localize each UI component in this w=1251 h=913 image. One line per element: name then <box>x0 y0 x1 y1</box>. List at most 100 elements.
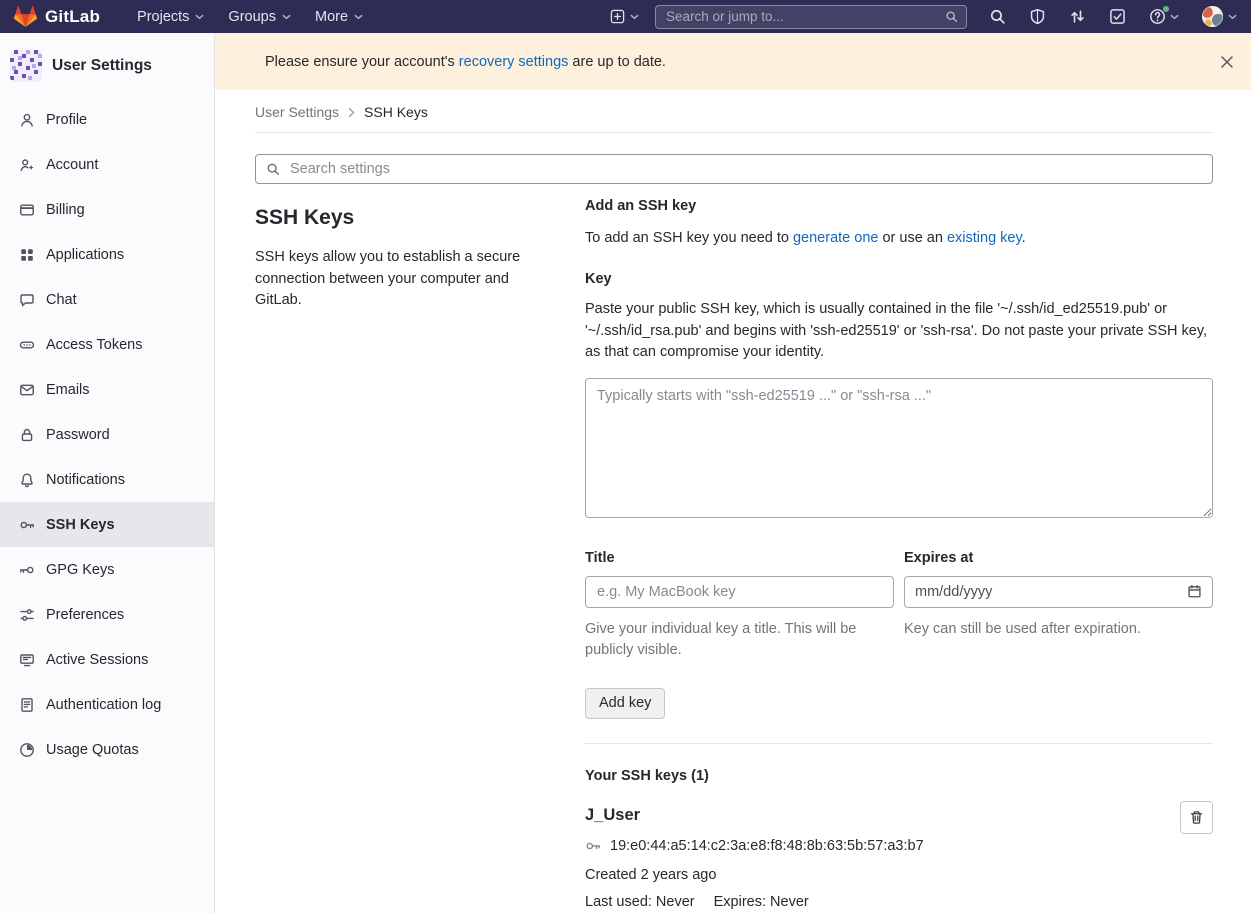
sidebar-item-account[interactable]: Account <box>0 142 214 187</box>
page-title: SSH Keys <box>255 206 539 230</box>
nav-projects[interactable]: Projects <box>126 5 215 29</box>
breadcrumb-divider <box>255 132 1213 133</box>
add-ssh-key-heading: Add an SSH key <box>585 198 1213 214</box>
sidebar-item-applications[interactable]: Applications <box>0 232 214 277</box>
alert-banner: Please ensure your account's recovery se… <box>215 33 1251 90</box>
notifications-icon <box>19 472 35 488</box>
sidebar-item-label: SSH Keys <box>46 517 115 533</box>
gitlab-logo[interactable]: GitLab <box>14 5 100 28</box>
help-icon <box>1149 8 1166 25</box>
expires-field-help: Key can still be used after expiration. <box>904 619 1204 641</box>
ssh-key-info: J_User 19:e0:44:a5:14:c2:3a:e8:f8:48:8b:… <box>585 801 924 910</box>
ssh-key-fingerprint-row: 19:e0:44:a5:14:c2:3a:e8:f8:48:8b:63:5b:5… <box>585 838 924 854</box>
alert-close-button[interactable] <box>1216 51 1238 73</box>
ssh-key-fingerprint: 19:e0:44:a5:14:c2:3a:e8:f8:48:8b:63:5b:5… <box>610 838 924 854</box>
breadcrumb-ssh-keys: SSH Keys <box>364 104 428 120</box>
title-field-help: Give your individual key a title. This w… <box>585 619 885 662</box>
user-settings-avatar <box>10 50 42 82</box>
title-expires-row: Title Give your individual key a title. … <box>585 550 1213 662</box>
sidebar-item-label: Notifications <box>46 472 125 488</box>
chevron-down-icon <box>282 14 291 20</box>
settings-sidebar: User Settings Profile Account Billing Ap… <box>0 33 215 913</box>
expires-field-label: Expires at <box>904 550 1213 566</box>
chat-icon <box>19 292 35 308</box>
sidebar-item-authentication-log[interactable]: Authentication log <box>0 682 214 727</box>
gitlab-tanuki-icon <box>14 5 37 28</box>
user-avatar <box>1202 6 1223 27</box>
settings-search <box>255 154 1213 184</box>
key-field-help: Paste your public SSH key, which is usua… <box>585 299 1213 364</box>
sidebar-item-access-tokens[interactable]: Access Tokens <box>0 322 214 367</box>
sidebar-item-profile[interactable]: Profile <box>0 97 214 142</box>
settings-search-input[interactable] <box>288 160 1202 178</box>
chevron-down-icon <box>1170 14 1179 20</box>
add-key-intro: To add an SSH key you need to generate o… <box>585 228 1213 249</box>
delete-key-button[interactable] <box>1180 801 1213 834</box>
nav-icon-group <box>989 6 1237 27</box>
sidebar-item-label: Account <box>46 157 98 173</box>
sidebar-item-ssh-keys[interactable]: SSH Keys <box>0 502 214 547</box>
main-content: Please ensure your account's recovery se… <box>215 0 1251 913</box>
global-search <box>655 5 967 29</box>
nav-more[interactable]: More <box>304 5 374 29</box>
sidebar-item-password[interactable]: Password <box>0 412 214 457</box>
ssh-keys-section: SSH Keys SSH keys allow you to establish… <box>255 198 1213 910</box>
sidebar-item-usage-quotas[interactable]: Usage Quotas <box>0 727 214 772</box>
existing-key-link[interactable]: existing key <box>947 230 1022 246</box>
ssh-key-created: Created 2 years ago <box>585 867 924 883</box>
sidebar-item-notifications[interactable]: Notifications <box>0 457 214 502</box>
sidebar-item-chat[interactable]: Chat <box>0 277 214 322</box>
ssh-keys-icon <box>19 517 35 533</box>
sidebar-item-label: Emails <box>46 382 90 398</box>
chevron-right-icon <box>348 107 355 118</box>
sidebar-menu: Profile Account Billing Applications Cha… <box>0 97 214 772</box>
key-field-label: Key <box>585 271 1213 287</box>
search-icon[interactable] <box>989 8 1006 25</box>
breadcrumb-user-settings[interactable]: User Settings <box>255 104 339 120</box>
chevron-down-icon <box>354 14 363 20</box>
ssh-key-list-item: J_User 19:e0:44:a5:14:c2:3a:e8:f8:48:8b:… <box>585 801 1213 910</box>
sidebar-item-gpg-keys[interactable]: GPG Keys <box>0 547 214 592</box>
shield-icon[interactable] <box>1029 8 1046 25</box>
sidebar-item-label: Access Tokens <box>46 337 142 353</box>
ssh-key-last-used: Last used: Never <box>585 894 695 910</box>
todo-check-icon[interactable] <box>1109 8 1126 25</box>
add-key-button[interactable]: Add key <box>585 688 665 719</box>
expires-at-input[interactable]: mm/dd/yyyy <box>904 576 1213 608</box>
new-item-dropdown[interactable] <box>610 9 639 24</box>
content-inner: User Settings SSH Keys SSH Keys SSH keys… <box>215 104 1251 913</box>
expires-field-group: Expires at mm/dd/yyyy Key can still be u… <box>904 550 1213 662</box>
nav-groups[interactable]: Groups <box>217 5 302 29</box>
sidebar-item-emails[interactable]: Emails <box>0 367 214 412</box>
applications-icon <box>19 247 35 263</box>
global-search-input[interactable] <box>664 8 945 25</box>
ssh-key-title: J_User <box>585 806 924 825</box>
trash-icon <box>1189 810 1204 825</box>
sidebar-item-preferences[interactable]: Preferences <box>0 592 214 637</box>
sidebar-item-active-sessions[interactable]: Active Sessions <box>0 637 214 682</box>
usage-quotas-icon <box>19 742 35 758</box>
breadcrumb: User Settings SSH Keys <box>255 104 1213 120</box>
title-field-group: Title Give your individual key a title. … <box>585 550 894 662</box>
ssh-key-textarea[interactable] <box>585 378 1213 518</box>
ssh-key-meta: Last used: Never Expires: Never <box>585 894 924 910</box>
title-input[interactable] <box>585 576 894 608</box>
section-divider <box>585 743 1213 744</box>
sidebar-item-label: Active Sessions <box>46 652 148 668</box>
help-menu[interactable] <box>1149 8 1179 25</box>
recovery-settings-link[interactable]: recovery settings <box>459 54 569 70</box>
sidebar-item-billing[interactable]: Billing <box>0 187 214 232</box>
sidebar-title: User Settings <box>52 57 152 75</box>
calendar-icon[interactable] <box>1187 584 1202 599</box>
billing-icon <box>19 202 35 218</box>
merge-request-icon[interactable] <box>1069 8 1086 25</box>
sidebar-item-label: Usage Quotas <box>46 742 139 758</box>
gitlab-logo-text: GitLab <box>45 7 100 27</box>
access-tokens-icon <box>19 337 35 353</box>
close-icon <box>1220 55 1234 69</box>
sidebar-item-label: GPG Keys <box>46 562 115 578</box>
user-menu[interactable] <box>1202 6 1237 27</box>
search-icon <box>266 162 280 176</box>
chevron-down-icon <box>1228 14 1237 20</box>
generate-one-link[interactable]: generate one <box>793 230 878 246</box>
